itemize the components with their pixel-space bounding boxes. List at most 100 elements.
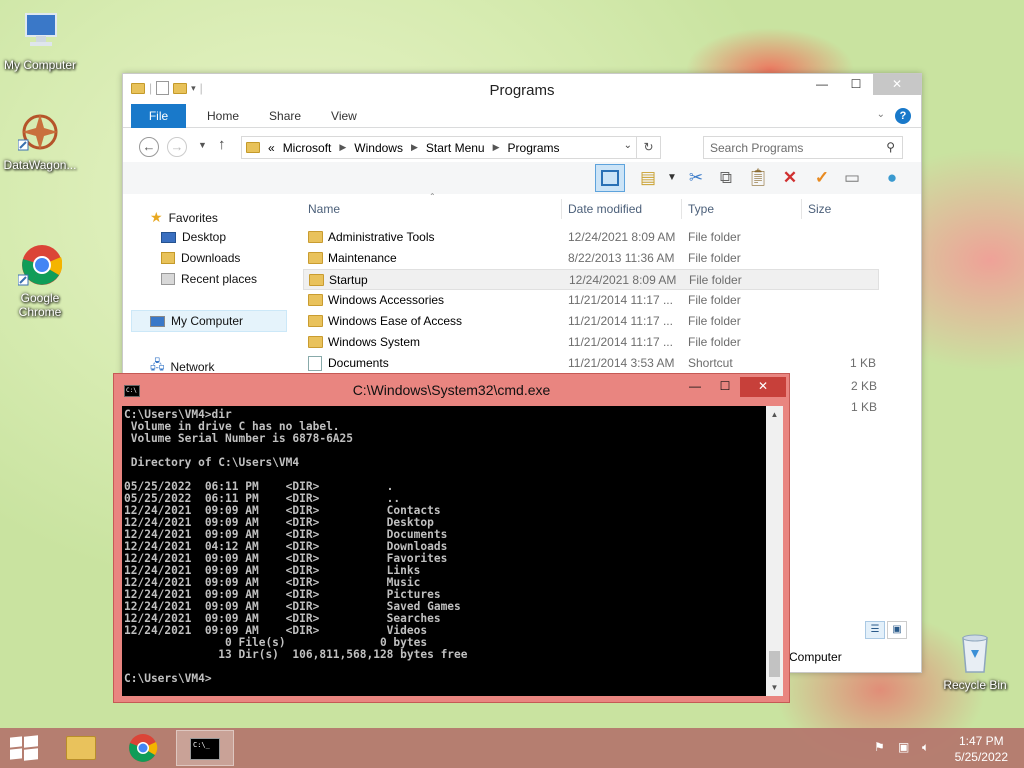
chevron-right-icon[interactable]: ▶ bbox=[411, 142, 418, 153]
file-type: File folder bbox=[688, 230, 741, 244]
address-dropdown-icon[interactable]: ⌄ bbox=[624, 140, 632, 151]
file-date: 11/21/2014 3:53 AM bbox=[568, 356, 675, 370]
copy-icon[interactable]: ⧉ bbox=[713, 166, 739, 190]
cmd-maximize-button[interactable]: ☐ bbox=[710, 377, 740, 397]
tab-file[interactable]: File bbox=[131, 103, 186, 128]
taskbar: C:\_ ⚑ ▣ 🔈︎ 1:47 PM 5/25/2022 bbox=[0, 728, 1024, 768]
minimize-button[interactable]: — bbox=[805, 74, 839, 95]
checkmark-icon[interactable]: ✓ bbox=[809, 166, 835, 190]
volume-muted-icon[interactable]: 🔈︎ bbox=[922, 740, 929, 755]
file-name: Administrative Tools bbox=[328, 230, 435, 244]
taskbar-cmd[interactable]: C:\_ bbox=[176, 730, 234, 766]
rename-icon[interactable]: ▭ bbox=[839, 166, 865, 190]
breadcrumb-microsoft[interactable]: Microsoft bbox=[283, 141, 332, 155]
folder-icon bbox=[308, 315, 323, 327]
tab-home[interactable]: Home bbox=[192, 109, 254, 123]
taskbar-chrome[interactable] bbox=[114, 730, 172, 766]
file-type: File folder bbox=[688, 314, 741, 328]
breadcrumb-start-menu[interactable]: Start Menu bbox=[426, 141, 485, 155]
folder-icon bbox=[308, 336, 323, 348]
file-row[interactable]: Administrative Tools 12/24/2021 8:09 AM … bbox=[303, 227, 879, 248]
file-row-selected[interactable]: Startup 12/24/2021 8:09 AM File folder bbox=[303, 269, 879, 290]
file-row[interactable]: Maintenance 8/22/2013 11:36 AM File fold… bbox=[303, 248, 879, 269]
close-button[interactable]: ✕ bbox=[873, 74, 921, 95]
nav-label: My Computer bbox=[171, 314, 244, 328]
cmd-close-button[interactable]: ✕ bbox=[740, 377, 786, 397]
explorer-titlebar[interactable]: | ▾ | Programs — ☐ ✕ bbox=[123, 74, 921, 104]
recent-locations-icon[interactable]: ▼ bbox=[198, 140, 207, 150]
shortcut-icon bbox=[308, 356, 322, 371]
downloads-icon bbox=[161, 252, 175, 264]
chevron-right-icon[interactable]: ▶ bbox=[493, 142, 500, 153]
file-row[interactable]: Windows System 11/21/2014 11:17 ... File… bbox=[303, 332, 879, 353]
recycle-bin-icon bbox=[953, 630, 997, 674]
nav-label: Network bbox=[170, 360, 215, 374]
file-row[interactable]: Windows Ease of Access 11/21/2014 11:17 … bbox=[303, 311, 879, 332]
cmd-scrollbar[interactable]: ▲ ▼ bbox=[766, 406, 783, 696]
breadcrumb-windows[interactable]: Windows bbox=[354, 141, 403, 155]
forward-button[interactable]: → bbox=[167, 137, 187, 157]
nav-label: Downloads bbox=[181, 251, 241, 265]
column-header-type[interactable]: Type bbox=[688, 202, 714, 216]
dropdown-icon[interactable]: ▼ bbox=[659, 166, 685, 190]
file-type: File folder bbox=[688, 335, 741, 349]
expand-ribbon-icon[interactable]: ⌄ bbox=[877, 109, 885, 120]
cmd-minimize-button[interactable]: — bbox=[680, 377, 710, 397]
cmd-icon: C:\_ bbox=[190, 738, 220, 760]
start-button[interactable] bbox=[10, 735, 38, 761]
back-button[interactable]: ← bbox=[139, 137, 159, 157]
nav-favorites[interactable]: ★ Favorites bbox=[150, 209, 218, 226]
tab-view[interactable]: View bbox=[316, 109, 372, 123]
folder-icon bbox=[309, 274, 324, 286]
scroll-up-icon[interactable]: ▲ bbox=[766, 406, 783, 423]
network-tray-icon[interactable]: ▣ bbox=[898, 740, 909, 754]
breadcrumb-programs[interactable]: Programs bbox=[508, 141, 560, 155]
column-header-name[interactable]: Name bbox=[308, 202, 340, 216]
clock[interactable]: 1:47 PM 5/25/2022 bbox=[955, 733, 1008, 765]
delete-icon[interactable]: ✕ bbox=[777, 166, 803, 190]
desktop-icon-google-chrome[interactable]: Google Chrome bbox=[0, 215, 80, 333]
desktop-icon-datawagon[interactable]: DataWagon... bbox=[0, 110, 80, 172]
file-type: File folder bbox=[688, 251, 741, 265]
nav-my-computer[interactable]: My Computer bbox=[150, 314, 243, 328]
search-input[interactable]: Search Programs ⚲ bbox=[703, 136, 903, 159]
large-icons-view-icon[interactable]: ▣ bbox=[887, 621, 907, 639]
file-date: 8/22/2013 11:36 AM bbox=[568, 251, 675, 265]
cut-icon[interactable]: ✂ bbox=[683, 166, 709, 190]
computer-icon bbox=[18, 10, 62, 54]
taskbar-file-explorer[interactable] bbox=[52, 730, 110, 766]
desktop-icon-my-computer[interactable]: My Computer bbox=[0, 10, 80, 72]
column-header-date[interactable]: Date modified bbox=[568, 202, 642, 216]
up-button[interactable]: ↑ bbox=[218, 136, 226, 153]
file-date: 11/21/2014 11:17 ... bbox=[568, 335, 673, 349]
file-size: 2 KB bbox=[850, 379, 877, 393]
paste-icon[interactable]: 📋︎ bbox=[745, 166, 771, 190]
nav-downloads[interactable]: Downloads bbox=[161, 251, 240, 265]
file-name: Windows System bbox=[328, 335, 421, 349]
preview-pane-icon[interactable] bbox=[595, 164, 625, 192]
scroll-thumb[interactable] bbox=[769, 651, 780, 677]
maximize-button[interactable]: ☐ bbox=[839, 74, 873, 95]
nav-desktop[interactable]: Desktop bbox=[161, 230, 226, 244]
file-type: Shortcut bbox=[688, 356, 733, 370]
refresh-icon[interactable]: ↻ bbox=[636, 137, 660, 158]
help-icon[interactable]: ? bbox=[895, 108, 911, 124]
column-header-size[interactable]: Size bbox=[808, 202, 831, 216]
desktop-icon-recycle-bin[interactable]: Recycle Bin bbox=[935, 630, 1015, 692]
address-bar[interactable]: « Microsoft ▶ Windows ▶ Start Menu ▶ Pro… bbox=[241, 136, 661, 159]
file-size: 1 KB bbox=[850, 400, 877, 414]
properties-icon[interactable]: ▤ bbox=[635, 166, 661, 190]
file-row[interactable]: Windows Accessories 11/21/2014 11:17 ...… bbox=[303, 290, 879, 311]
details-view-icon[interactable]: ☰ bbox=[865, 621, 885, 639]
file-row[interactable]: Documents 11/21/2014 3:53 AM Shortcut 1 … bbox=[303, 353, 879, 374]
console-output[interactable]: C:\Users\VM4>dir Volume in drive C has n… bbox=[122, 406, 766, 696]
chevron-right-icon[interactable]: ▶ bbox=[339, 142, 346, 153]
scroll-down-icon[interactable]: ▼ bbox=[766, 679, 783, 696]
globe-icon[interactable]: ● bbox=[879, 166, 905, 190]
action-center-icon[interactable]: ⚑ bbox=[874, 740, 885, 754]
window-title: Programs bbox=[489, 82, 555, 99]
tab-share[interactable]: Share bbox=[254, 109, 316, 123]
nav-recent-places[interactable]: Recent places bbox=[161, 272, 257, 286]
desktop-icon bbox=[161, 231, 176, 243]
address-overflow[interactable]: « bbox=[268, 141, 275, 155]
